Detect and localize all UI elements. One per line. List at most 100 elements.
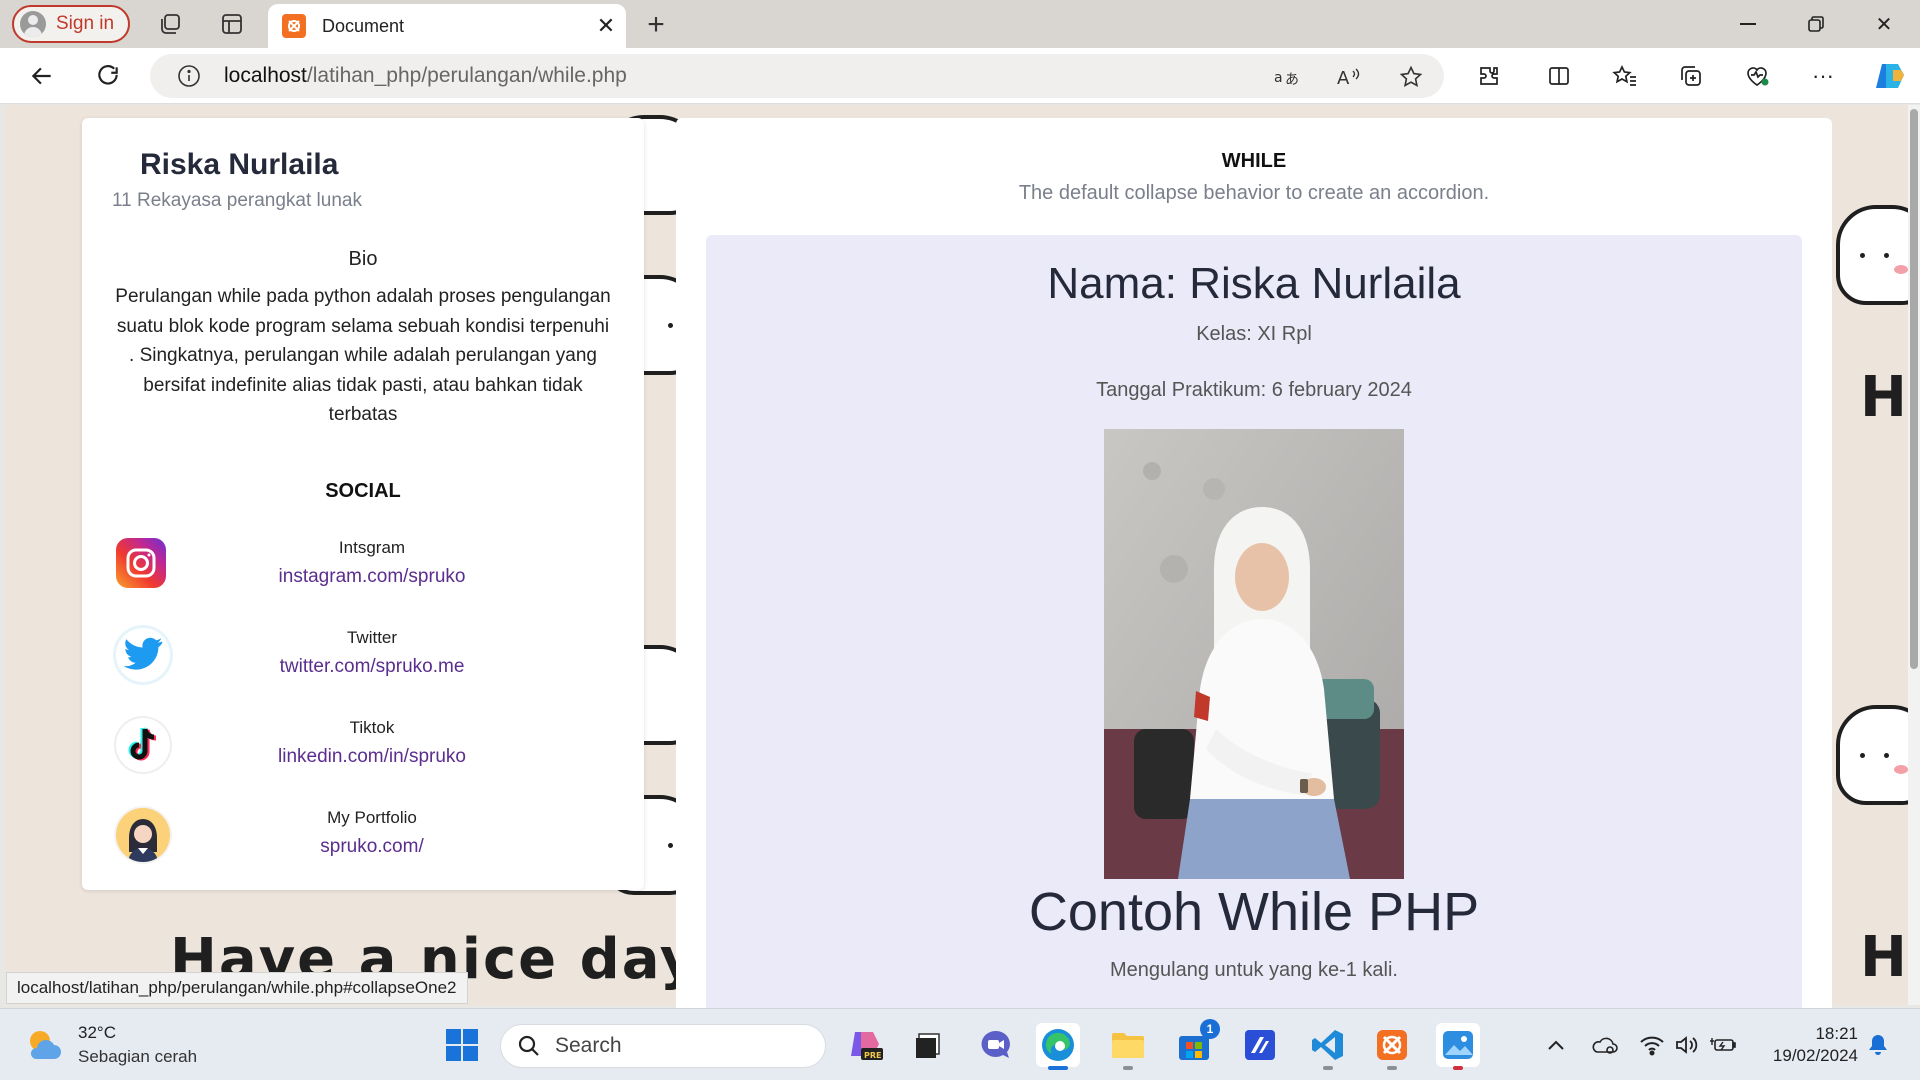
social-label: Tiktok [349,718,395,737]
sign-in-button[interactable]: Sign in [12,5,130,43]
chat-icon[interactable] [974,1023,1018,1067]
cat-sticker [1836,205,1912,305]
clock-date: 19/02/2024 [1772,1046,1858,1065]
weather-widget[interactable]: 32°C Sebagian cerah [24,1023,197,1067]
browser-essentials-icon[interactable] [1742,61,1772,91]
address-bar: localhost/latihan_php/perulangan/while.p… [0,48,1920,104]
example-heading: Contoh While PHP [1028,882,1480,942]
social-label: Twitter [346,628,398,647]
site-info-icon[interactable] [174,61,204,91]
file-explorer-icon[interactable] [1106,1023,1150,1070]
twitter-icon[interactable] [116,628,170,682]
social-item-portfolio: My Portfolio spruko.com/ [82,806,644,876]
social-item-instagram: Intsgram instagram.com/spruko [82,536,644,606]
tab-title: Document [322,15,405,36]
sign-in-label: Sign in [56,13,115,34]
start-icon[interactable] [440,1023,484,1067]
clock-time: 18:21 [1815,1024,1858,1043]
onedrive-icon[interactable] [1590,1031,1618,1059]
photos-icon[interactable] [1436,1023,1480,1070]
student-photo [1104,429,1404,879]
workspaces-icon[interactable] [156,10,184,38]
vscode-alt-icon[interactable] [1238,1023,1282,1067]
copilot-pre-icon[interactable]: PRE [844,1023,888,1067]
social-item-twitter: Twitter twitter.com/spruko.me [82,626,644,696]
show-hidden-icons[interactable] [1542,1031,1570,1059]
svg-text:あ: あ [1285,72,1299,88]
loop-output-line: Mengulang untuk yang ke-1 kali. [1110,959,1398,981]
partly-sunny-icon [24,1025,64,1065]
read-aloud-icon[interactable]: A [1334,62,1364,92]
new-tab-icon[interactable]: + [640,8,672,42]
weather-temp: 32°C [78,1023,116,1042]
bio-text: Perulangan while pada python adalah pros… [115,286,611,425]
scrollbar-thumb[interactable] [1910,109,1918,669]
favorite-star-icon[interactable] [1396,62,1426,92]
more-options-icon[interactable]: ··· [1808,61,1838,91]
xampp-favicon-icon [282,14,306,38]
svg-text:PRE: PRE [864,1051,882,1060]
social-item-tiktok: Tiktok linkedin.com/in/spruko [82,716,644,786]
accordion-body: Nama: Riska Nurlaila Kelas: XI Rpl Tangg… [706,235,1802,1025]
student-class: Kelas: XI Rpl [1196,323,1312,345]
cat-sticker [1836,705,1912,805]
task-view-icon[interactable] [906,1023,950,1067]
social-link-twitter[interactable]: twitter.com/spruko.me [242,656,502,678]
close-tab-icon[interactable]: ✕ [586,13,626,39]
taskbar-clock[interactable]: 18:21 19/02/2024 [1758,1023,1858,1067]
social-label: My Portfolio [327,808,417,827]
svg-text:a: a [1274,70,1283,86]
tab-document[interactable]: Document ✕ [268,4,626,48]
restore-icon[interactable] [1796,8,1836,40]
translate-icon[interactable]: aあ [1272,62,1302,92]
tiktok-icon[interactable] [116,718,170,772]
social-heading: SOCIAL [325,480,401,502]
social-label: Intsgram [338,538,406,557]
main-card: WHILE The default collapse behavior to c… [676,118,1832,1025]
tab-bar: Sign in Document ✕ + ✕ [0,0,1920,48]
battery-icon[interactable] [1710,1031,1738,1059]
favorites-icon[interactable] [1610,61,1640,91]
section-title: WHILE [1221,150,1287,172]
copilot-icon[interactable] [1872,60,1908,92]
taskbar-search[interactable]: Search [500,1024,826,1068]
store-badge: 1 [1200,1019,1220,1039]
student-name: Nama: Riska Nurlaila [1047,259,1461,308]
taskbar: 32°C Sebagian cerah Search PRE 1 18:21 1… [0,1008,1920,1080]
wifi-icon[interactable] [1638,1031,1666,1059]
extensions-icon[interactable] [1474,61,1504,91]
bio-heading: Bio [348,248,378,270]
refresh-icon[interactable] [92,60,124,92]
collections-icon[interactable] [1676,61,1706,91]
profile-name: Riska Nurlaila [140,148,339,181]
microsoft-store-icon[interactable]: 1 [1172,1019,1220,1067]
wallpaper-text-right: Ha [1860,365,1912,430]
practicum-date: Tanggal Praktikum: 6 february 2024 [1096,379,1412,401]
split-screen-icon[interactable] [1544,61,1574,91]
profile-class: 11 Rekayasa perangkat lunak [112,190,362,211]
close-window-icon[interactable]: ✕ [1864,8,1904,40]
volume-icon[interactable] [1672,1031,1700,1059]
tab-actions-icon[interactable] [218,10,246,38]
instagram-icon[interactable] [116,538,166,588]
social-link-tiktok[interactable]: linkedin.com/in/spruko [242,746,502,768]
search-label: Search [555,1034,622,1057]
xampp-icon[interactable] [1370,1023,1414,1070]
notifications-bell-icon[interactable] [1864,1031,1892,1059]
social-link-portfolio[interactable]: spruko.com/ [242,836,502,858]
weather-desc: Sebagian cerah [78,1047,198,1066]
page-scrollbar[interactable] [1908,105,1920,1005]
minimize-icon[interactable] [1728,8,1768,40]
section-subtitle: The default collapse behavior to create … [1018,182,1490,204]
vscode-icon[interactable] [1306,1023,1350,1070]
social-link-instagram[interactable]: instagram.com/spruko [242,566,502,588]
portfolio-avatar-icon[interactable] [116,808,170,862]
wallpaper-text-right-bottom: Ha [1860,925,1912,990]
back-icon[interactable] [26,60,58,92]
url-field[interactable]: localhost/latihan_php/perulangan/while.p… [150,54,1444,98]
url-text: localhost/latihan_php/perulangan/while.p… [224,64,627,87]
profile-avatar-icon [20,11,46,37]
profile-card: Riska Nurlaila 11 Rekayasa perangkat lun… [82,118,644,890]
edge-browser-icon[interactable] [1036,1023,1080,1070]
search-icon [518,1035,539,1056]
